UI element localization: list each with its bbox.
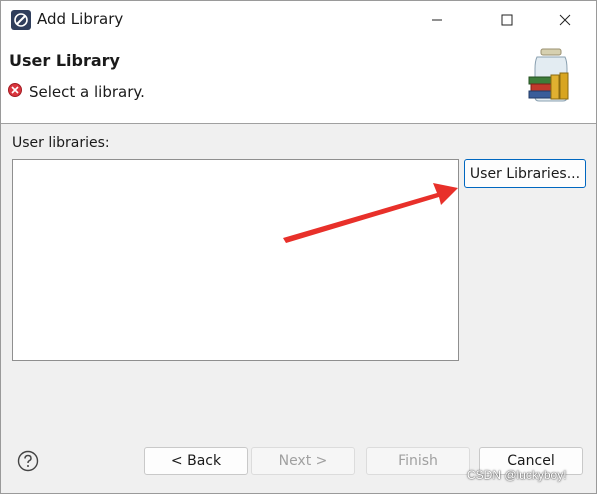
help-icon[interactable]: [17, 450, 39, 472]
finish-button[interactable]: Finish: [366, 447, 470, 475]
error-icon: [8, 83, 22, 97]
maximize-button[interactable]: [484, 1, 530, 39]
next-button[interactable]: Next >: [251, 447, 355, 475]
library-jar-icon: [528, 48, 569, 102]
title-bar[interactable]: Add Library: [1, 1, 596, 39]
add-library-dialog: Add Library User Library Select a librar…: [0, 0, 597, 494]
watermark: CSDN @luckyboy!: [467, 468, 567, 482]
eclipse-icon: [11, 10, 31, 30]
user-libraries-list[interactable]: [12, 159, 459, 361]
user-libraries-label: User libraries:: [12, 135, 110, 151]
close-button[interactable]: [542, 1, 588, 39]
maximize-icon: [501, 14, 513, 26]
page-title: User Library: [9, 51, 120, 70]
back-button[interactable]: < Back: [144, 447, 248, 475]
minimize-button[interactable]: [414, 1, 460, 39]
close-icon: [559, 14, 571, 26]
wizard-header: User Library Select a library.: [1, 39, 596, 124]
user-libraries-button[interactable]: User Libraries...: [464, 159, 586, 188]
status-message: Select a library.: [29, 83, 145, 101]
minimize-icon: [432, 19, 442, 21]
window-title: Add Library: [37, 10, 124, 28]
